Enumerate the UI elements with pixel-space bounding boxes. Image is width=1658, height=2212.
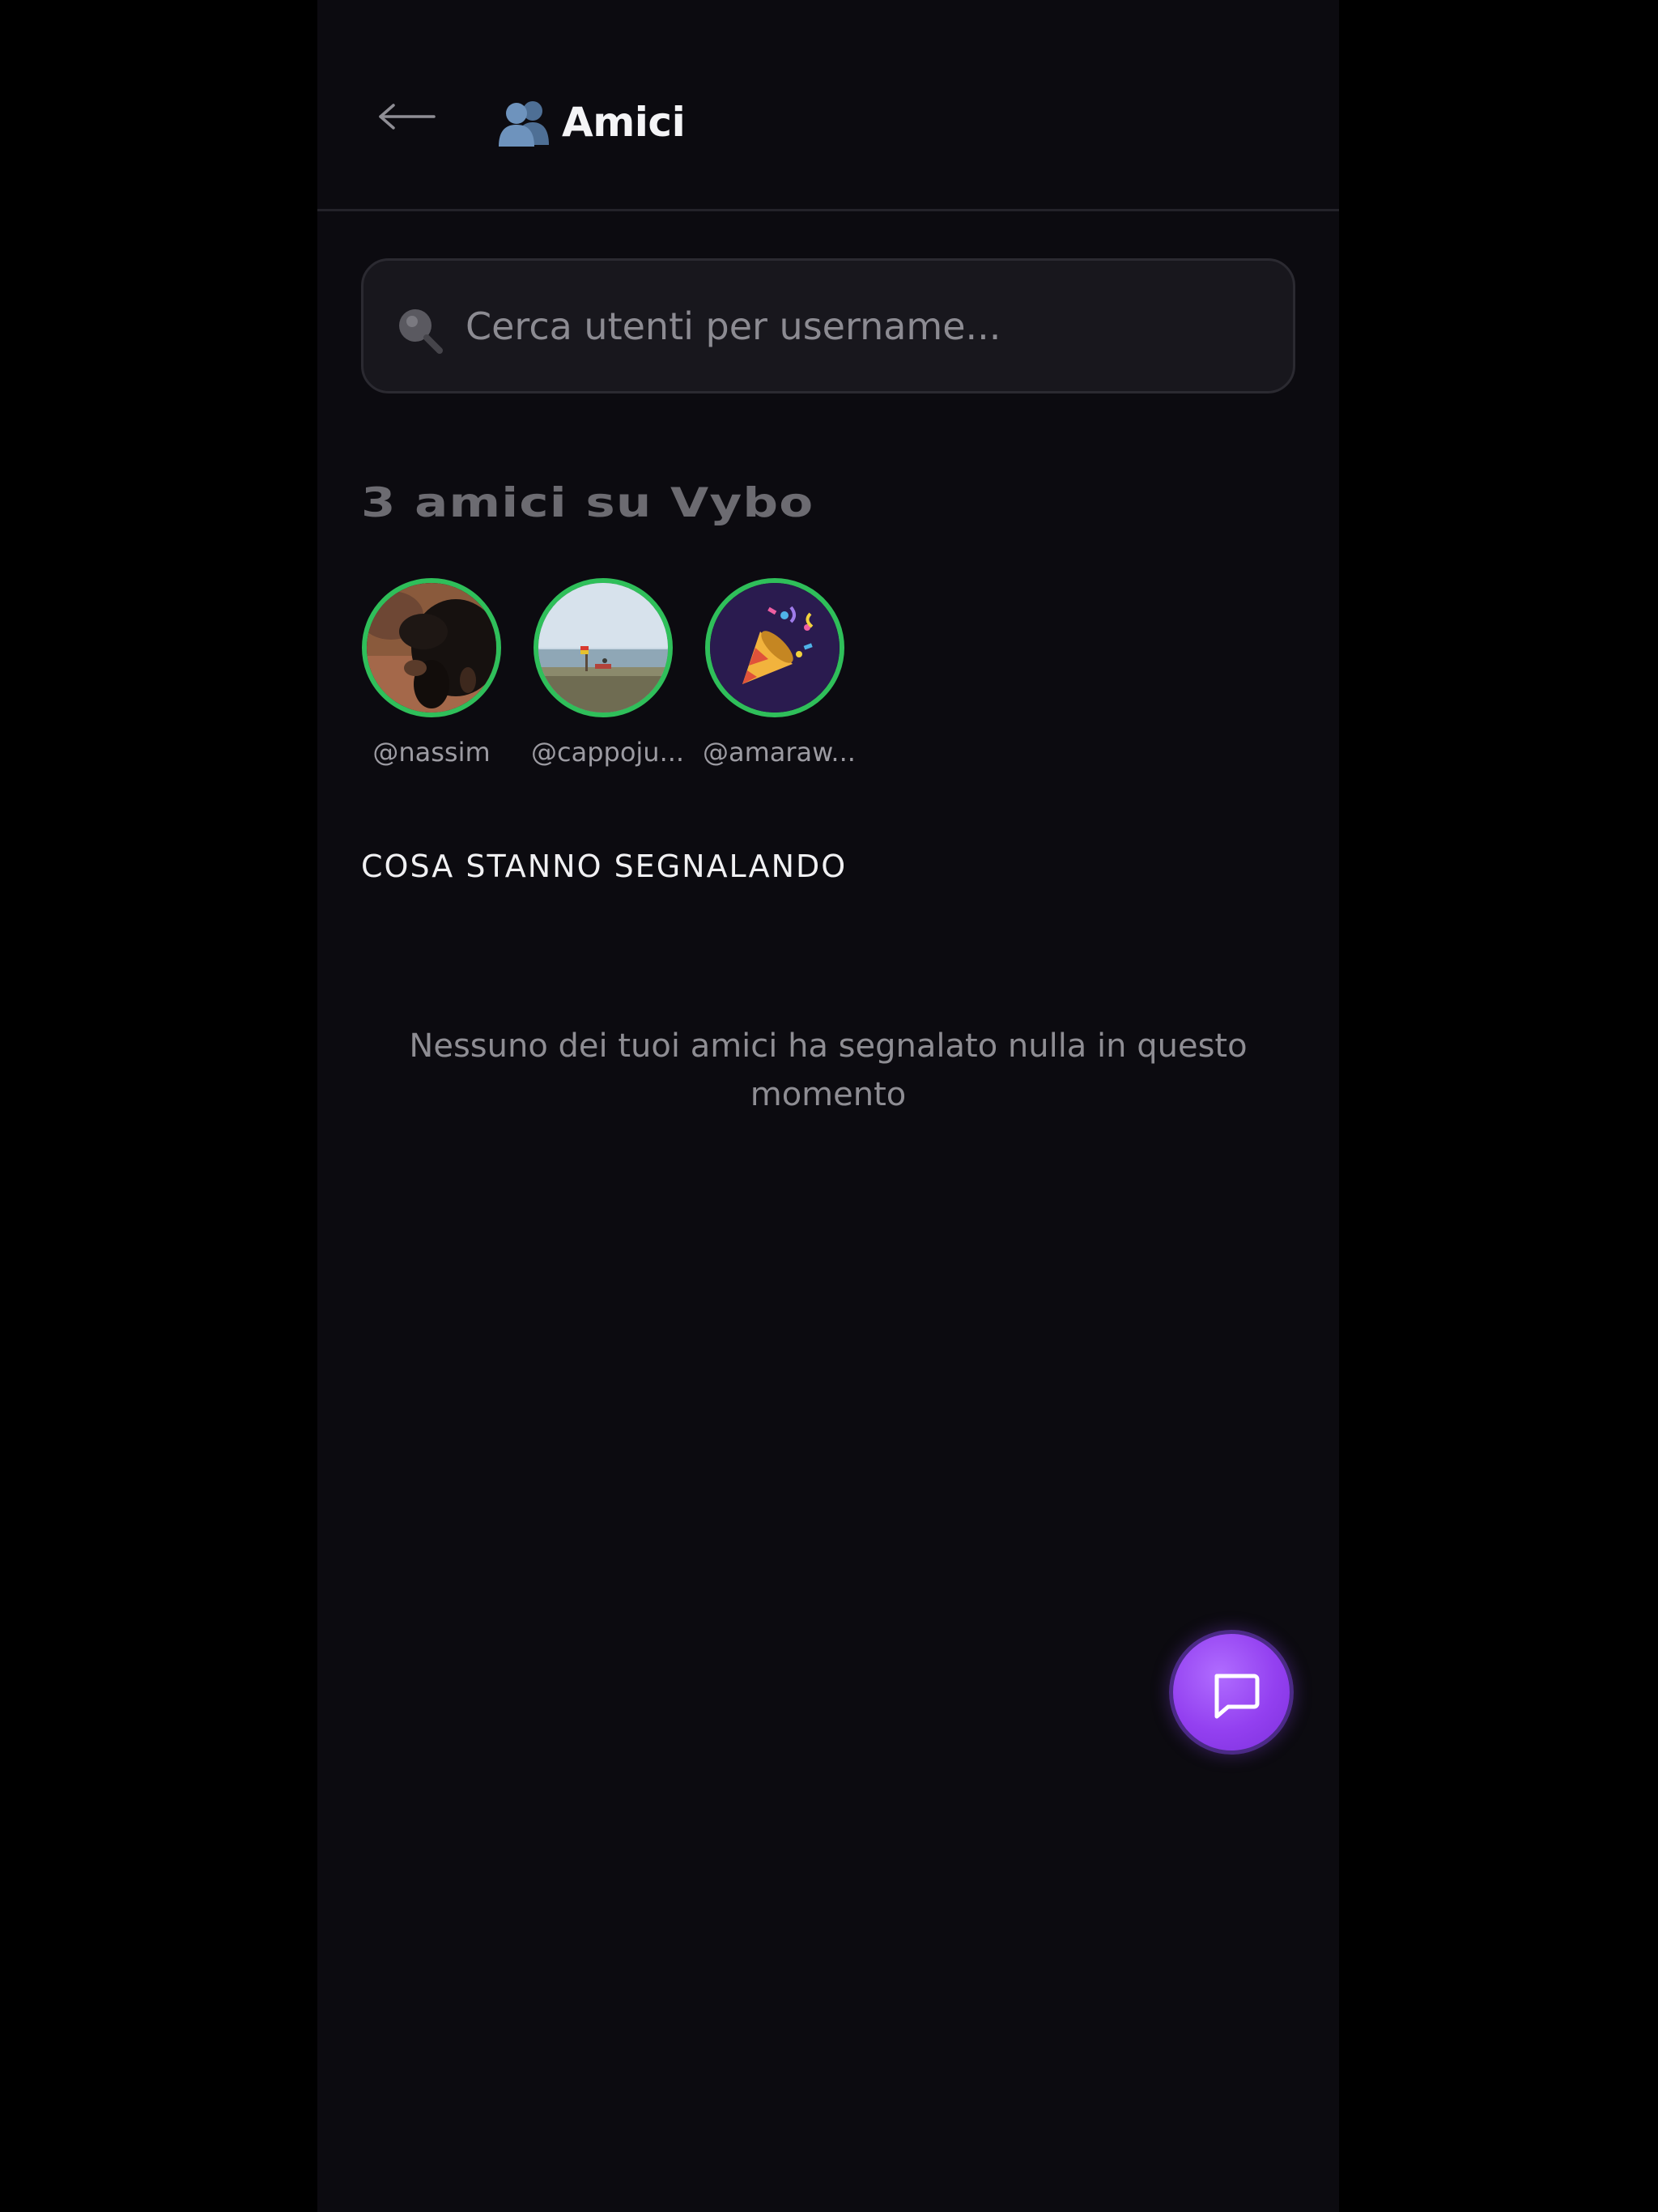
friend-handle: @nassim bbox=[372, 737, 491, 768]
section-heading: COSA STANNO SEGNALANDO bbox=[361, 849, 848, 884]
empty-state-message: Nessuno dei tuoi amici ha segnalato null… bbox=[409, 1027, 1248, 1113]
avatar[interactable] bbox=[362, 578, 501, 717]
page-title: Amici bbox=[562, 99, 686, 146]
page-title-group: Amici bbox=[497, 94, 686, 151]
search-bar[interactable] bbox=[361, 258, 1295, 393]
friend-item[interactable]: @amaraw... bbox=[703, 578, 856, 768]
avatar[interactable] bbox=[534, 578, 673, 717]
friends-count-heading: 3 amici su Vybo bbox=[361, 479, 814, 526]
arrow-left-icon bbox=[379, 104, 436, 130]
search-input[interactable] bbox=[464, 285, 1261, 368]
friend-item[interactable]: @cappoju... bbox=[531, 578, 685, 768]
friends-list: @nassim @cappoju... @amaraw... bbox=[359, 578, 874, 768]
chat-bubble-icon bbox=[1214, 1674, 1260, 1719]
search-icon bbox=[399, 309, 443, 354]
back-button[interactable] bbox=[376, 92, 440, 141]
beach-photo-avatar bbox=[538, 583, 668, 713]
top-bar: Amici bbox=[317, 0, 1339, 211]
app-screen: Amici 3 amici su Vybo bbox=[317, 0, 1339, 2212]
friend-handle: @cappoju... bbox=[531, 737, 685, 768]
avatar[interactable] bbox=[705, 578, 844, 717]
party-popper-icon bbox=[710, 583, 840, 713]
friend-handle: @amaraw... bbox=[703, 737, 856, 768]
friend-item[interactable]: @nassim bbox=[359, 578, 504, 768]
dog-photo-avatar bbox=[367, 583, 496, 713]
two-people-icon bbox=[499, 101, 549, 147]
chat-button[interactable] bbox=[1169, 1630, 1294, 1755]
